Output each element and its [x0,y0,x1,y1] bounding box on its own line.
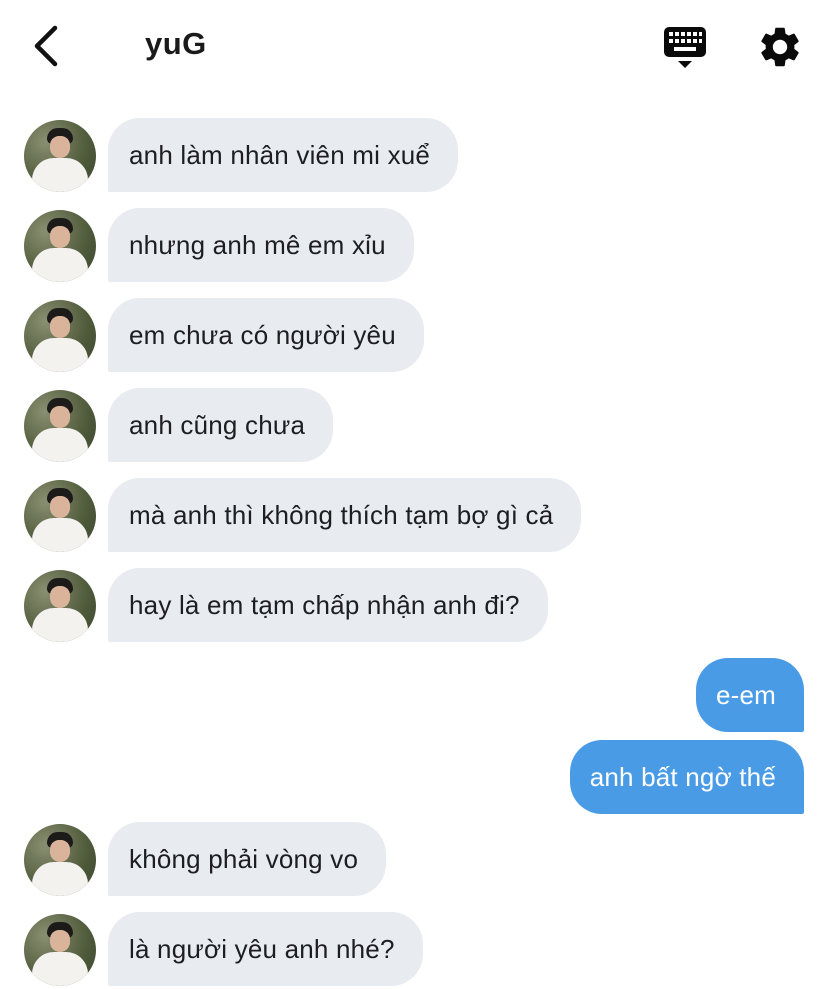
chat-header: yuG [0,0,828,96]
avatar[interactable] [24,570,96,642]
message-row-incoming: nhưng anh mê em xỉu [0,208,828,282]
message-row-incoming: là người yêu anh nhé? [0,912,828,986]
message-bubble[interactable]: anh cũng chưa [108,388,334,462]
avatar[interactable] [24,300,96,372]
message-row-incoming: anh làm nhân viên mi xuể [0,118,828,192]
message-bubble-outgoing[interactable]: anh bất ngờ thế [569,740,804,814]
avatar[interactable] [24,390,96,462]
message-bubble[interactable]: em chưa có người yêu [108,298,424,372]
keyboard-button[interactable] [660,24,710,70]
message-row-incoming: anh cũng chưa [0,388,828,462]
message-bubble-outgoing[interactable]: e-em [695,658,804,732]
message-row-incoming: không phải vòng vo [0,822,828,896]
message-list[interactable]: anh làm nhân viên mi xuể nhưng anh mê em… [0,96,828,989]
avatar[interactable] [24,480,96,552]
message-row-outgoing: e-em [0,658,828,732]
message-row-outgoing: anh bất ngờ thế [0,740,828,814]
message-bubble[interactable]: nhưng anh mê em xỉu [108,208,414,282]
chevron-left-icon [34,25,58,67]
message-bubble[interactable]: là người yêu anh nhé? [108,912,423,986]
message-bubble[interactable]: không phải vòng vo [108,822,387,896]
gear-icon [761,27,799,67]
avatar[interactable] [24,210,96,282]
conversation-title[interactable]: yuG [145,26,207,62]
avatar[interactable] [24,824,96,896]
keyboard-icon [664,27,706,68]
avatar[interactable] [24,120,96,192]
settings-button[interactable] [756,23,804,71]
back-button[interactable] [24,22,68,70]
message-row-incoming: mà anh thì không thích tạm bợ gì cả [0,478,828,552]
message-bubble[interactable]: anh làm nhân viên mi xuể [108,118,459,192]
message-bubble[interactable]: mà anh thì không thích tạm bợ gì cả [108,478,582,552]
message-row-incoming: em chưa có người yêu [0,298,828,372]
message-row-incoming: hay là em tạm chấp nhận anh đi? [0,568,828,642]
avatar[interactable] [24,914,96,986]
message-bubble[interactable]: hay là em tạm chấp nhận anh đi? [108,568,548,642]
